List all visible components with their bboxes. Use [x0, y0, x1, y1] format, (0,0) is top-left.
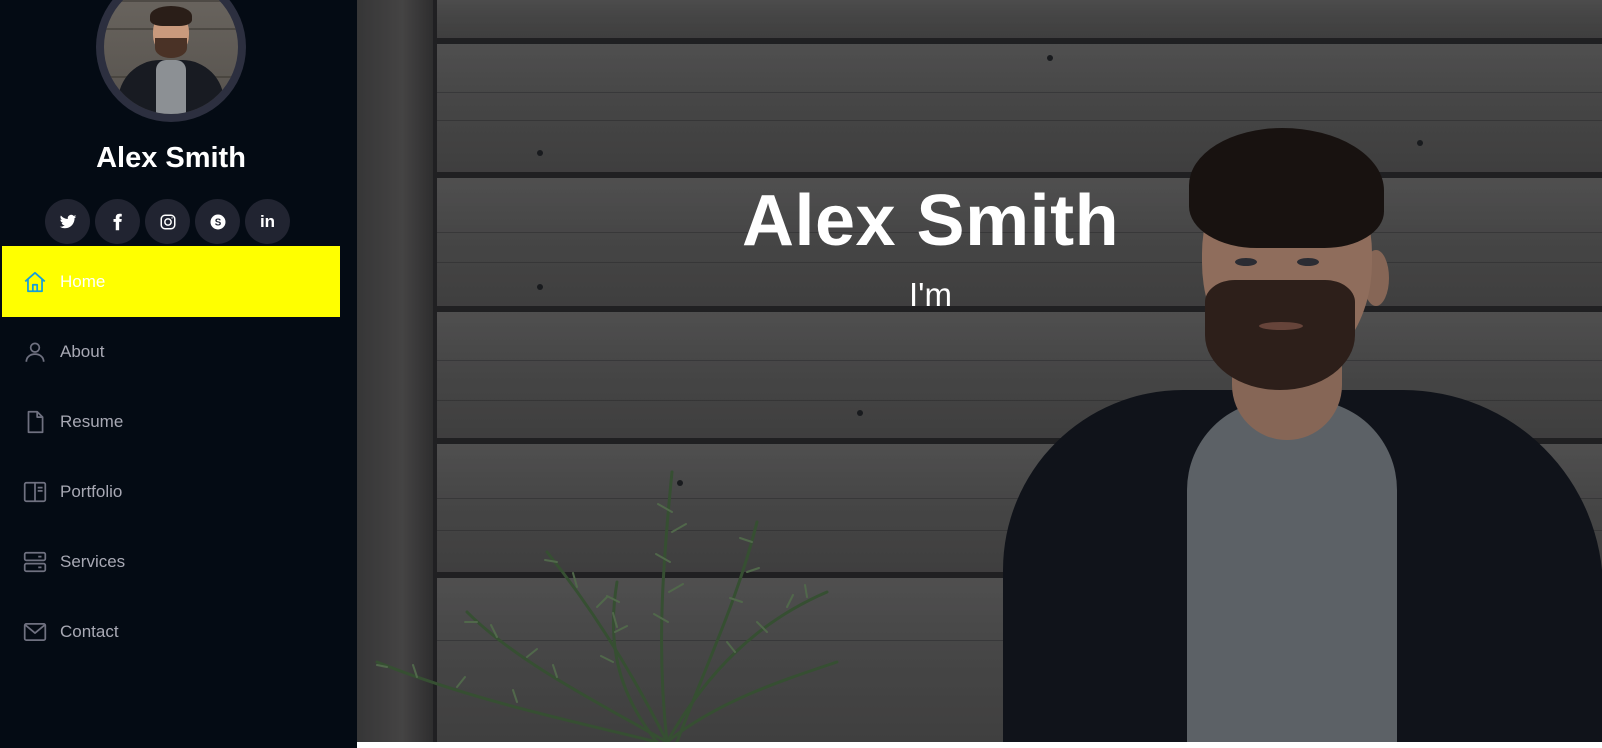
- skype-icon: S: [210, 214, 225, 229]
- facebook-icon: [113, 213, 122, 230]
- twitter-icon: [59, 214, 76, 228]
- instagram-icon: [160, 214, 175, 229]
- nav-label-services: Services: [60, 552, 126, 571]
- nav-label-resume: Resume: [60, 412, 124, 431]
- profile-name: Alex Smith: [96, 142, 246, 174]
- twitter-link[interactable]: [45, 199, 90, 244]
- nav-label-portfolio: Portfolio: [60, 482, 123, 501]
- hero-subtitle: I'm: [909, 276, 952, 313]
- hero-section: Alex Smith I'm: [357, 0, 1602, 742]
- file-icon: [22, 409, 48, 435]
- home-icon: [22, 269, 48, 295]
- person-icon: [22, 339, 48, 365]
- sidebar: Alex Smith S in Home About Resume Portfo…: [0, 0, 357, 748]
- envelope-icon: [22, 619, 48, 645]
- avatar: [104, 0, 238, 114]
- linkedin-link[interactable]: in: [245, 199, 290, 244]
- nav-item-home[interactable]: Home: [2, 246, 340, 317]
- nav-label-contact: Contact: [60, 622, 119, 641]
- nav-item-about[interactable]: About: [2, 317, 340, 387]
- main-nav: Home About Resume Portfolio Services Con…: [2, 246, 340, 667]
- social-links: S in: [45, 199, 290, 244]
- nav-item-services[interactable]: Services: [2, 527, 340, 597]
- nav-label-home: Home: [60, 271, 106, 291]
- instagram-link[interactable]: [145, 199, 190, 244]
- server-icon: [22, 549, 48, 575]
- nav-item-contact[interactable]: Contact: [2, 597, 340, 667]
- hero-title: Alex Smith: [741, 181, 1120, 261]
- facebook-link[interactable]: [95, 199, 140, 244]
- avatar-ring: [96, 0, 246, 122]
- svg-text:S: S: [214, 217, 221, 228]
- nav-item-portfolio[interactable]: Portfolio: [2, 457, 340, 527]
- book-icon: [22, 479, 48, 505]
- nav-label-about: About: [60, 342, 105, 361]
- linkedin-icon: in: [259, 212, 276, 231]
- skype-link[interactable]: S: [195, 199, 240, 244]
- nav-item-resume[interactable]: Resume: [2, 387, 340, 457]
